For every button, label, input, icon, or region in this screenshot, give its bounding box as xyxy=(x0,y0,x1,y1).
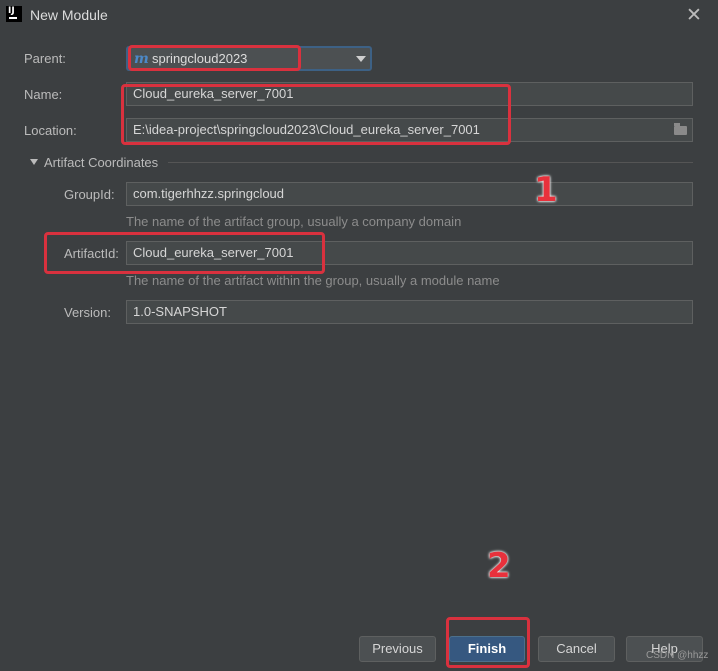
step-2-annotation: 2 xyxy=(487,546,511,586)
intellij-icon: IJ xyxy=(6,6,22,22)
groupid-field[interactable]: com.tigerhhzz.springcloud xyxy=(126,182,693,206)
groupid-hint: The name of the artifact group, usually … xyxy=(126,214,462,229)
parent-label: Parent: xyxy=(24,51,66,66)
step-1-annotation: 1 xyxy=(534,170,558,210)
window-title: New Module xyxy=(30,7,108,23)
version-label: Version: xyxy=(64,305,111,320)
parent-dropdown-value: springcloud2023 xyxy=(152,51,248,66)
artifactid-field[interactable]: Cloud_eureka_server_7001 xyxy=(126,241,693,265)
location-label: Location: xyxy=(24,123,77,138)
chevron-down-icon xyxy=(356,56,366,62)
close-icon[interactable]: ✕ xyxy=(686,4,702,27)
watermark: CSDN @hhzz xyxy=(646,650,709,661)
artifact-section-title: Artifact Coordinates xyxy=(44,155,159,170)
location-field[interactable]: E:\idea-project\springcloud2023\Cloud_eu… xyxy=(126,118,693,142)
version-field[interactable]: 1.0-SNAPSHOT xyxy=(126,300,693,324)
name-field[interactable]: Cloud_eureka_server_7001 xyxy=(126,82,693,106)
groupid-label: GroupId: xyxy=(64,187,115,202)
collapse-arrow-icon[interactable] xyxy=(30,159,38,165)
finish-button[interactable]: Finish xyxy=(449,636,525,662)
name-label: Name: xyxy=(24,87,63,102)
previous-button[interactable]: Previous xyxy=(359,636,436,662)
artifactid-hint: The name of the artifact within the grou… xyxy=(126,273,500,288)
parent-dropdown[interactable]: m springcloud2023 xyxy=(126,46,372,71)
maven-module-icon: m xyxy=(134,51,149,67)
section-divider xyxy=(168,162,693,163)
cancel-button[interactable]: Cancel xyxy=(538,636,615,662)
artifactid-label: ArtifactId: xyxy=(64,246,119,261)
title-bar: IJ New Module ✕ xyxy=(0,0,718,30)
folder-icon[interactable] xyxy=(674,123,687,135)
